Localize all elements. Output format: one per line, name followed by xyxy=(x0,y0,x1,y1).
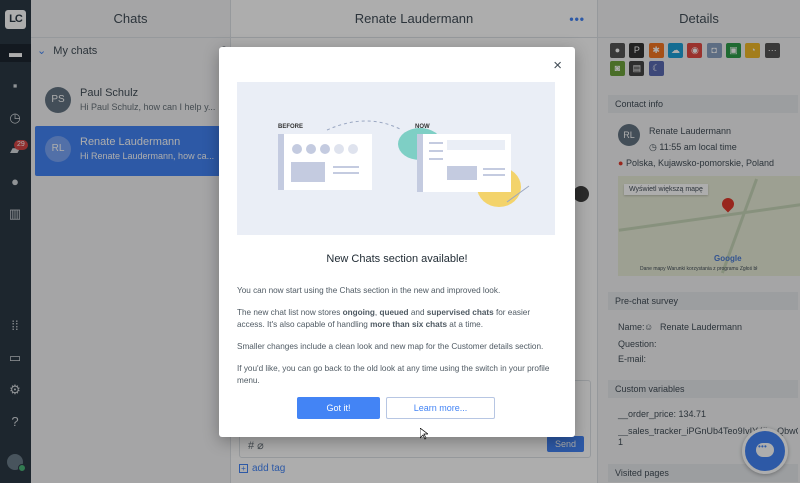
new-chats-modal: × BEFORE NOW New Chats section available… xyxy=(219,47,575,437)
before-now-illustration: BEFORE NOW xyxy=(237,82,555,235)
modal-paragraph: You can now start using the Chats sectio… xyxy=(237,286,501,295)
got-it-button[interactable]: Got it! xyxy=(297,397,380,419)
illustration-svg: BEFORE NOW xyxy=(278,120,530,207)
mouse-cursor-icon xyxy=(420,428,428,440)
learn-more-button[interactable]: Learn more... xyxy=(386,397,495,419)
modal-paragraph: Smaller changes include a clean look and… xyxy=(237,342,544,351)
modal-body: You can now start using the Chats sectio… xyxy=(237,285,557,397)
modal-paragraph: If you'd like, you can go back to the ol… xyxy=(237,364,550,385)
before-label: BEFORE xyxy=(278,124,303,130)
modal-paragraph: The new chat list now stores ongoing, qu… xyxy=(237,308,531,329)
close-icon[interactable]: × xyxy=(553,58,562,73)
modal-title: New Chats section available! xyxy=(326,253,468,265)
